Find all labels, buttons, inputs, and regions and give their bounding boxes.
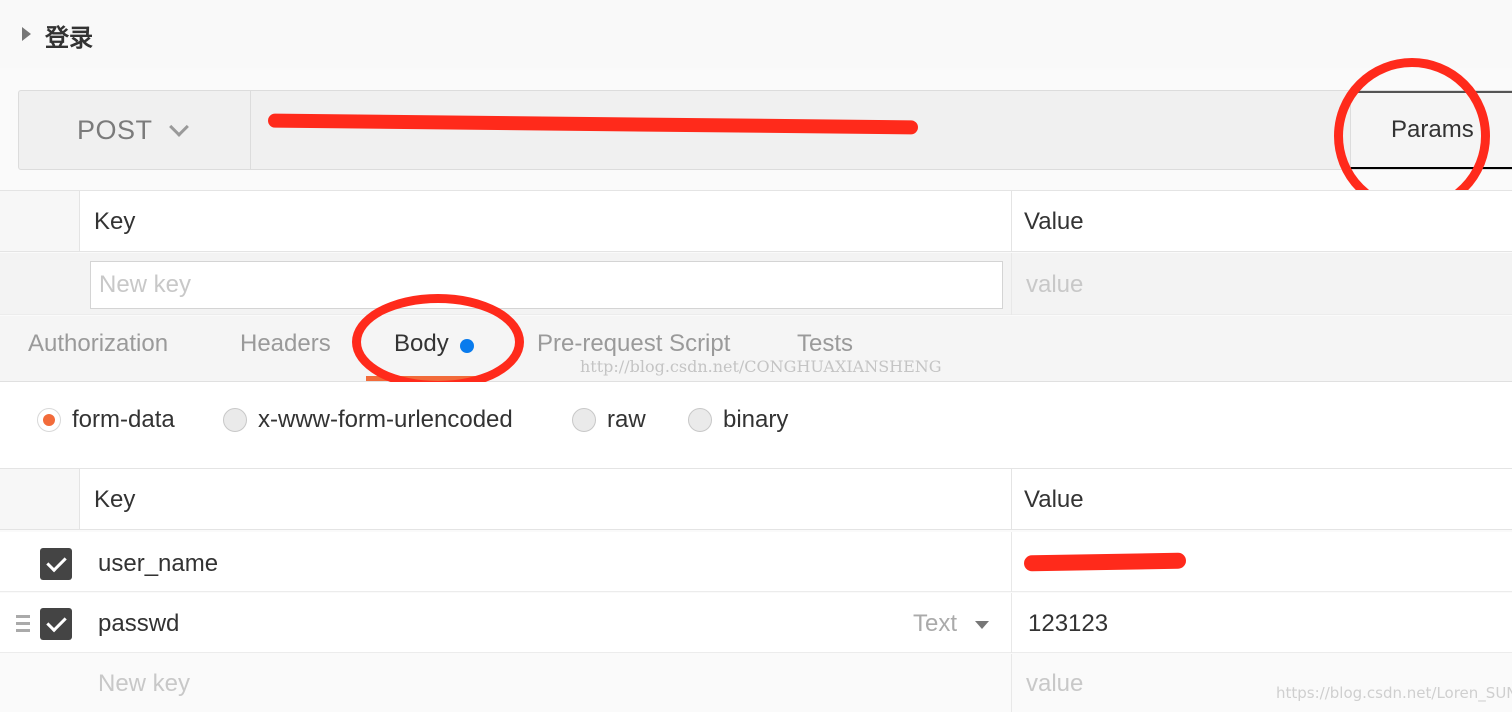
radio-label-raw[interactable]: raw <box>607 406 646 434</box>
table-row: passwd Text 123123 <box>0 593 1512 653</box>
params-new-row <box>0 253 1512 315</box>
tab-authorization[interactable]: Authorization <box>28 330 168 358</box>
row-type-select[interactable]: Text <box>913 610 957 638</box>
radio-label-form-data[interactable]: form-data <box>72 406 175 434</box>
tab-tests[interactable]: Tests <box>797 330 853 358</box>
body-type-selector: form-data x-www-form-urlencoded raw bina… <box>0 382 1512 468</box>
body-new-key-input[interactable] <box>90 660 990 708</box>
watermark-corner: https://blog.csdn.net/Loren_SUN <box>1276 684 1512 702</box>
method-select[interactable]: POST <box>19 91 251 169</box>
body-header-gutter <box>0 469 80 529</box>
caret-down-icon <box>975 621 989 629</box>
radio-label-binary[interactable]: binary <box>723 406 788 434</box>
tab-headers[interactable]: Headers <box>240 330 331 358</box>
row-key[interactable]: user_name <box>98 550 218 578</box>
body-value-header: Value <box>1024 486 1084 513</box>
body-new-value-input[interactable] <box>1018 660 1238 708</box>
params-header-gutter <box>0 191 80 251</box>
tab-pre-request-script[interactable]: Pre-request Script <box>537 330 730 358</box>
column-divider <box>1011 593 1012 653</box>
caret-right-icon[interactable] <box>22 27 31 41</box>
radio-x-www-form-urlencoded[interactable] <box>223 408 247 432</box>
watermark-center: http://blog.csdn.net/CONGHUAXIANSHENG <box>580 357 942 376</box>
modified-dot-icon <box>460 339 474 353</box>
request-title-row[interactable]: 登录 <box>0 0 1512 68</box>
params-table-header: Key Value <box>0 190 1512 252</box>
row-value[interactable]: 123123 <box>1028 610 1108 638</box>
row-enabled-checkbox[interactable] <box>40 548 72 580</box>
method-label: POST <box>77 115 153 145</box>
params-new-value-input[interactable] <box>1018 261 1498 309</box>
params-button[interactable]: Params <box>1350 91 1512 169</box>
row-key[interactable]: passwd <box>98 610 179 638</box>
table-row: user_name <box>0 532 1512 592</box>
params-key-header: Key <box>94 208 136 235</box>
column-divider <box>1011 532 1012 592</box>
params-new-key-input[interactable] <box>90 261 1003 309</box>
radio-binary[interactable] <box>688 408 712 432</box>
tab-body[interactable]: Body <box>394 330 449 358</box>
active-tab-indicator <box>366 376 482 381</box>
redaction-mark <box>1023 552 1187 572</box>
body-new-row <box>0 654 1512 712</box>
column-divider <box>1011 253 1012 315</box>
radio-raw[interactable] <box>572 408 596 432</box>
body-table-header: Key Value <box>0 468 1512 530</box>
radio-form-data[interactable] <box>37 408 61 432</box>
body-key-header: Key <box>94 486 136 513</box>
radio-label-x-www-form-urlencoded[interactable]: x-www-form-urlencoded <box>258 406 513 434</box>
row-enabled-checkbox[interactable] <box>40 608 72 640</box>
column-divider <box>1011 191 1012 251</box>
column-divider <box>1011 654 1012 712</box>
column-divider <box>1011 469 1012 529</box>
drag-handle-icon[interactable] <box>16 615 30 635</box>
chevron-down-icon <box>169 117 189 137</box>
request-name: 登录 <box>45 24 93 52</box>
params-value-header: Value <box>1024 208 1084 235</box>
